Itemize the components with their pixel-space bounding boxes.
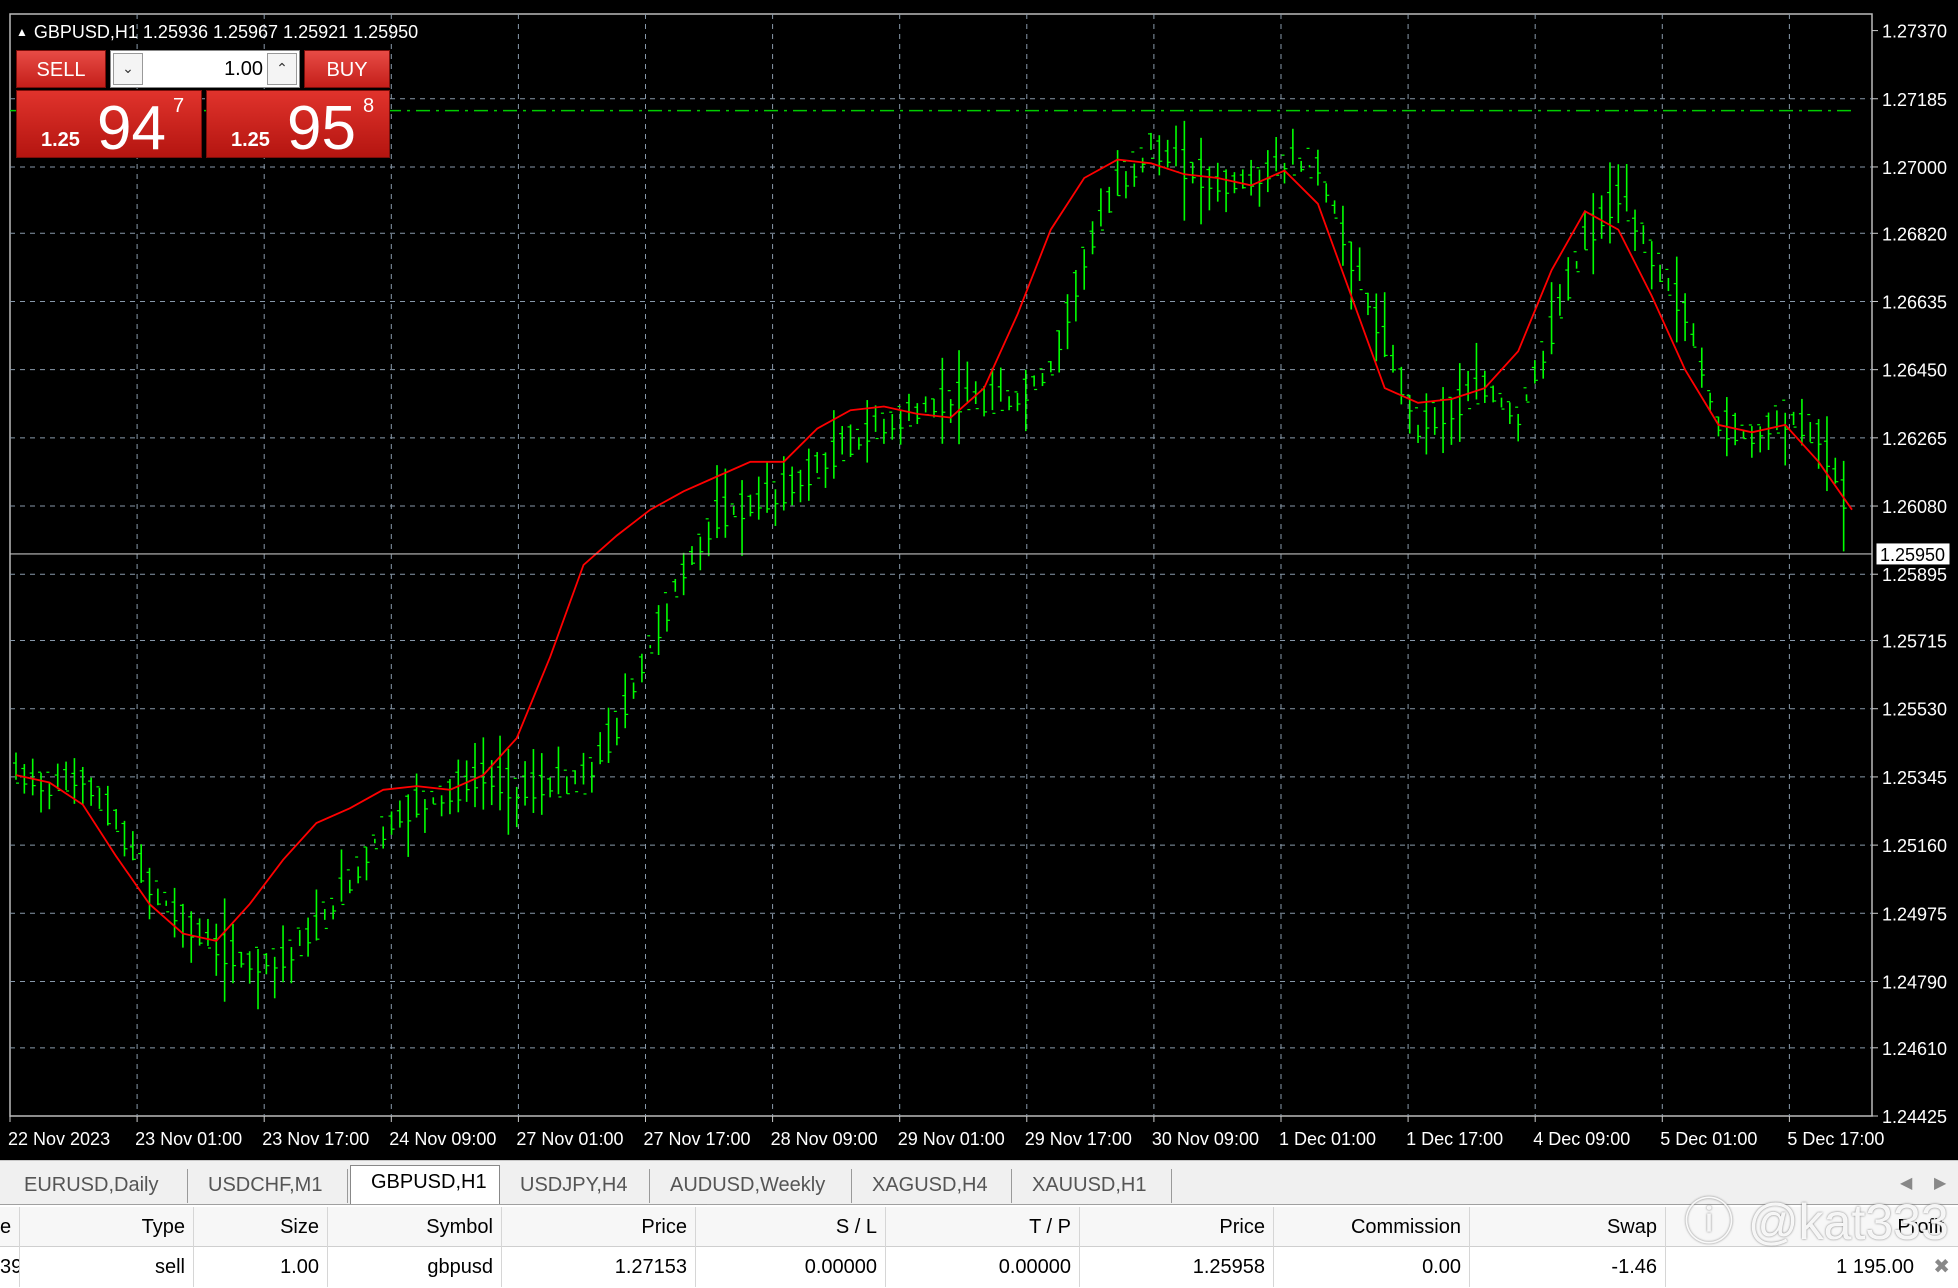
chart-title-text: GBPUSD,H1 1.25936 1.25967 1.25921 1.2595… [33,22,419,42]
price-tick-label: 1.25895 [1882,565,1947,585]
chart-canvas[interactable]: 1.27370 1.27185 1.27000 1.26820 1.26635 1.264… [0,0,1958,1160]
price-tick-label: 1.24975 [1882,904,1947,924]
col-header-symbol[interactable]: Symbol [328,1207,502,1247]
chart-frame [9,13,1873,1117]
col-header-order[interactable]: e [0,1207,20,1247]
volume-stepper[interactable]: ⌄ ⌃ [110,50,300,88]
col-header-type[interactable]: Type [20,1207,194,1247]
tab-usdjpy-h4[interactable]: USDJPY,H4 [500,1169,650,1203]
volume-up-icon[interactable]: ⌃ [267,53,297,85]
price-tick-label: 1.26265 [1882,429,1947,449]
buy-price-prefix: 1.25 [231,129,270,151]
price-tick-label: 1.26820 [1882,224,1947,244]
cell-open-price: 1.27153 [502,1247,696,1287]
one-click-trading-panel: SELL ⌄ ⌃ BUY 1.25 94 7 1.25 95 8 [16,50,390,163]
table-row[interactable]: 39 sell 1.00 gbpusd 1.27153 0.00000 0.00… [0,1247,1958,1287]
chart-symbol-title: ▲ GBPUSD,H1 1.25936 1.25967 1.25921 1.259… [16,22,418,43]
tab-usdchf-m1[interactable]: USDCHF,M1 [188,1169,348,1203]
time-tick-label: 5 Dec 01:00 [1660,1129,1757,1149]
price-tick-label: 1.24790 [1882,972,1947,992]
sell-price-pips: 94 [97,94,166,163]
col-header-swap[interactable]: Swap [1470,1207,1666,1247]
price-tick-label: 1.25715 [1882,632,1947,652]
time-tick-label: 27 Nov 01:00 [516,1129,623,1149]
buy-price-pips: 95 [287,94,356,163]
time-tick-label: 27 Nov 17:00 [643,1129,750,1149]
tab-gbpusd-h1[interactable]: GBPUSD,H1 [350,1165,500,1205]
price-tick-label: 1.26080 [1882,497,1947,517]
cell-swap: -1.46 [1470,1247,1666,1287]
chart-tabs-bar: EURUSD,Daily USDCHF,M1 GBPUSD,H1 USDJPY,… [0,1160,1958,1205]
tab-xagusd-h4[interactable]: XAGUSD,H4 [852,1169,1012,1203]
time-tick-label: 29 Nov 17:00 [1025,1129,1132,1149]
price-tick-label: 1.26450 [1882,361,1947,381]
time-tick-label: 22 Nov 2023 [8,1129,110,1149]
cell-sl: 0.00000 [696,1247,886,1287]
col-header-size[interactable]: Size [194,1207,328,1247]
time-tick-label: 23 Nov 01:00 [135,1129,242,1149]
sell-button[interactable]: SELL [16,50,106,88]
price-tick-label: 1.27370 [1882,22,1947,42]
volume-down-icon[interactable]: ⌄ [113,53,143,85]
tab-eurusd-daily[interactable]: EURUSD,Daily [4,1169,188,1203]
price-tick-label: 1.27000 [1882,158,1947,178]
time-tick-label: 1 Dec 17:00 [1406,1129,1503,1149]
col-header-price[interactable]: Price [1080,1207,1274,1247]
cell-symbol: gbpusd [328,1247,502,1287]
price-tick-label: 1.25345 [1882,768,1947,788]
col-header-sl[interactable]: S / L [696,1207,886,1247]
cell-order: 39 [0,1247,20,1287]
price-tick-label: 1.24610 [1882,1039,1947,1059]
sell-price-prefix: 1.25 [41,129,80,151]
buy-button[interactable]: BUY [304,50,390,88]
col-header-tp[interactable]: T / P [886,1207,1080,1247]
cell-type: sell [20,1247,194,1287]
col-header-open-price[interactable]: Price [502,1207,696,1247]
sell-price-fraction: 7 [173,95,185,117]
time-tick-label: 4 Dec 09:00 [1533,1129,1630,1149]
cell-commission: 0.00 [1274,1247,1470,1287]
bid-price-label: 1.25950 [1880,545,1945,565]
price-tick-label: 1.24425 [1882,1107,1947,1127]
table-header-row: e Type Size Symbol Price S / L T / P Pri… [0,1207,1958,1247]
orders-table: e Type Size Symbol Price S / L T / P Pri… [0,1204,1958,1288]
buy-price-quote[interactable]: 1.25 95 8 [206,90,390,163]
time-tick-label: 30 Nov 09:00 [1152,1129,1259,1149]
time-tick-label: 5 Dec 17:00 [1787,1129,1884,1149]
col-header-commission[interactable]: Commission [1274,1207,1470,1247]
price-tick-label: 1.25530 [1882,700,1947,720]
price-chart[interactable]: 1.27370 1.27185 1.27000 1.26820 1.26635 1.264… [0,0,1958,1160]
moving-average-line [15,158,1853,942]
sell-price-quote[interactable]: 1.25 94 7 [16,90,202,163]
collapse-triangle-icon[interactable]: ▲ [16,25,28,39]
time-tick-label: 23 Nov 17:00 [262,1129,369,1149]
time-tick-label: 29 Nov 01:00 [898,1129,1005,1149]
price-tick-label: 1.26635 [1882,292,1947,312]
buy-price-fraction: 8 [363,95,375,117]
time-tick-label: 28 Nov 09:00 [771,1129,878,1149]
volume-input[interactable] [147,54,263,84]
watermark-text: ⓘ @kat333 [1684,1194,1949,1250]
time-tick-label: 1 Dec 01:00 [1279,1129,1376,1149]
cell-price: 1.25958 [1080,1247,1274,1287]
cell-tp: 0.00000 [886,1247,1080,1287]
price-tick-label: 1.25160 [1882,836,1947,856]
tab-xauusd-h1[interactable]: XAUUSD,H1 [1012,1169,1172,1203]
price-tick-label: 1.27185 [1882,90,1947,110]
time-tick-label: 24 Nov 09:00 [389,1129,496,1149]
cell-size: 1.00 [194,1247,328,1287]
tab-audusd-weekly[interactable]: AUDUSD,Weekly [650,1169,852,1203]
